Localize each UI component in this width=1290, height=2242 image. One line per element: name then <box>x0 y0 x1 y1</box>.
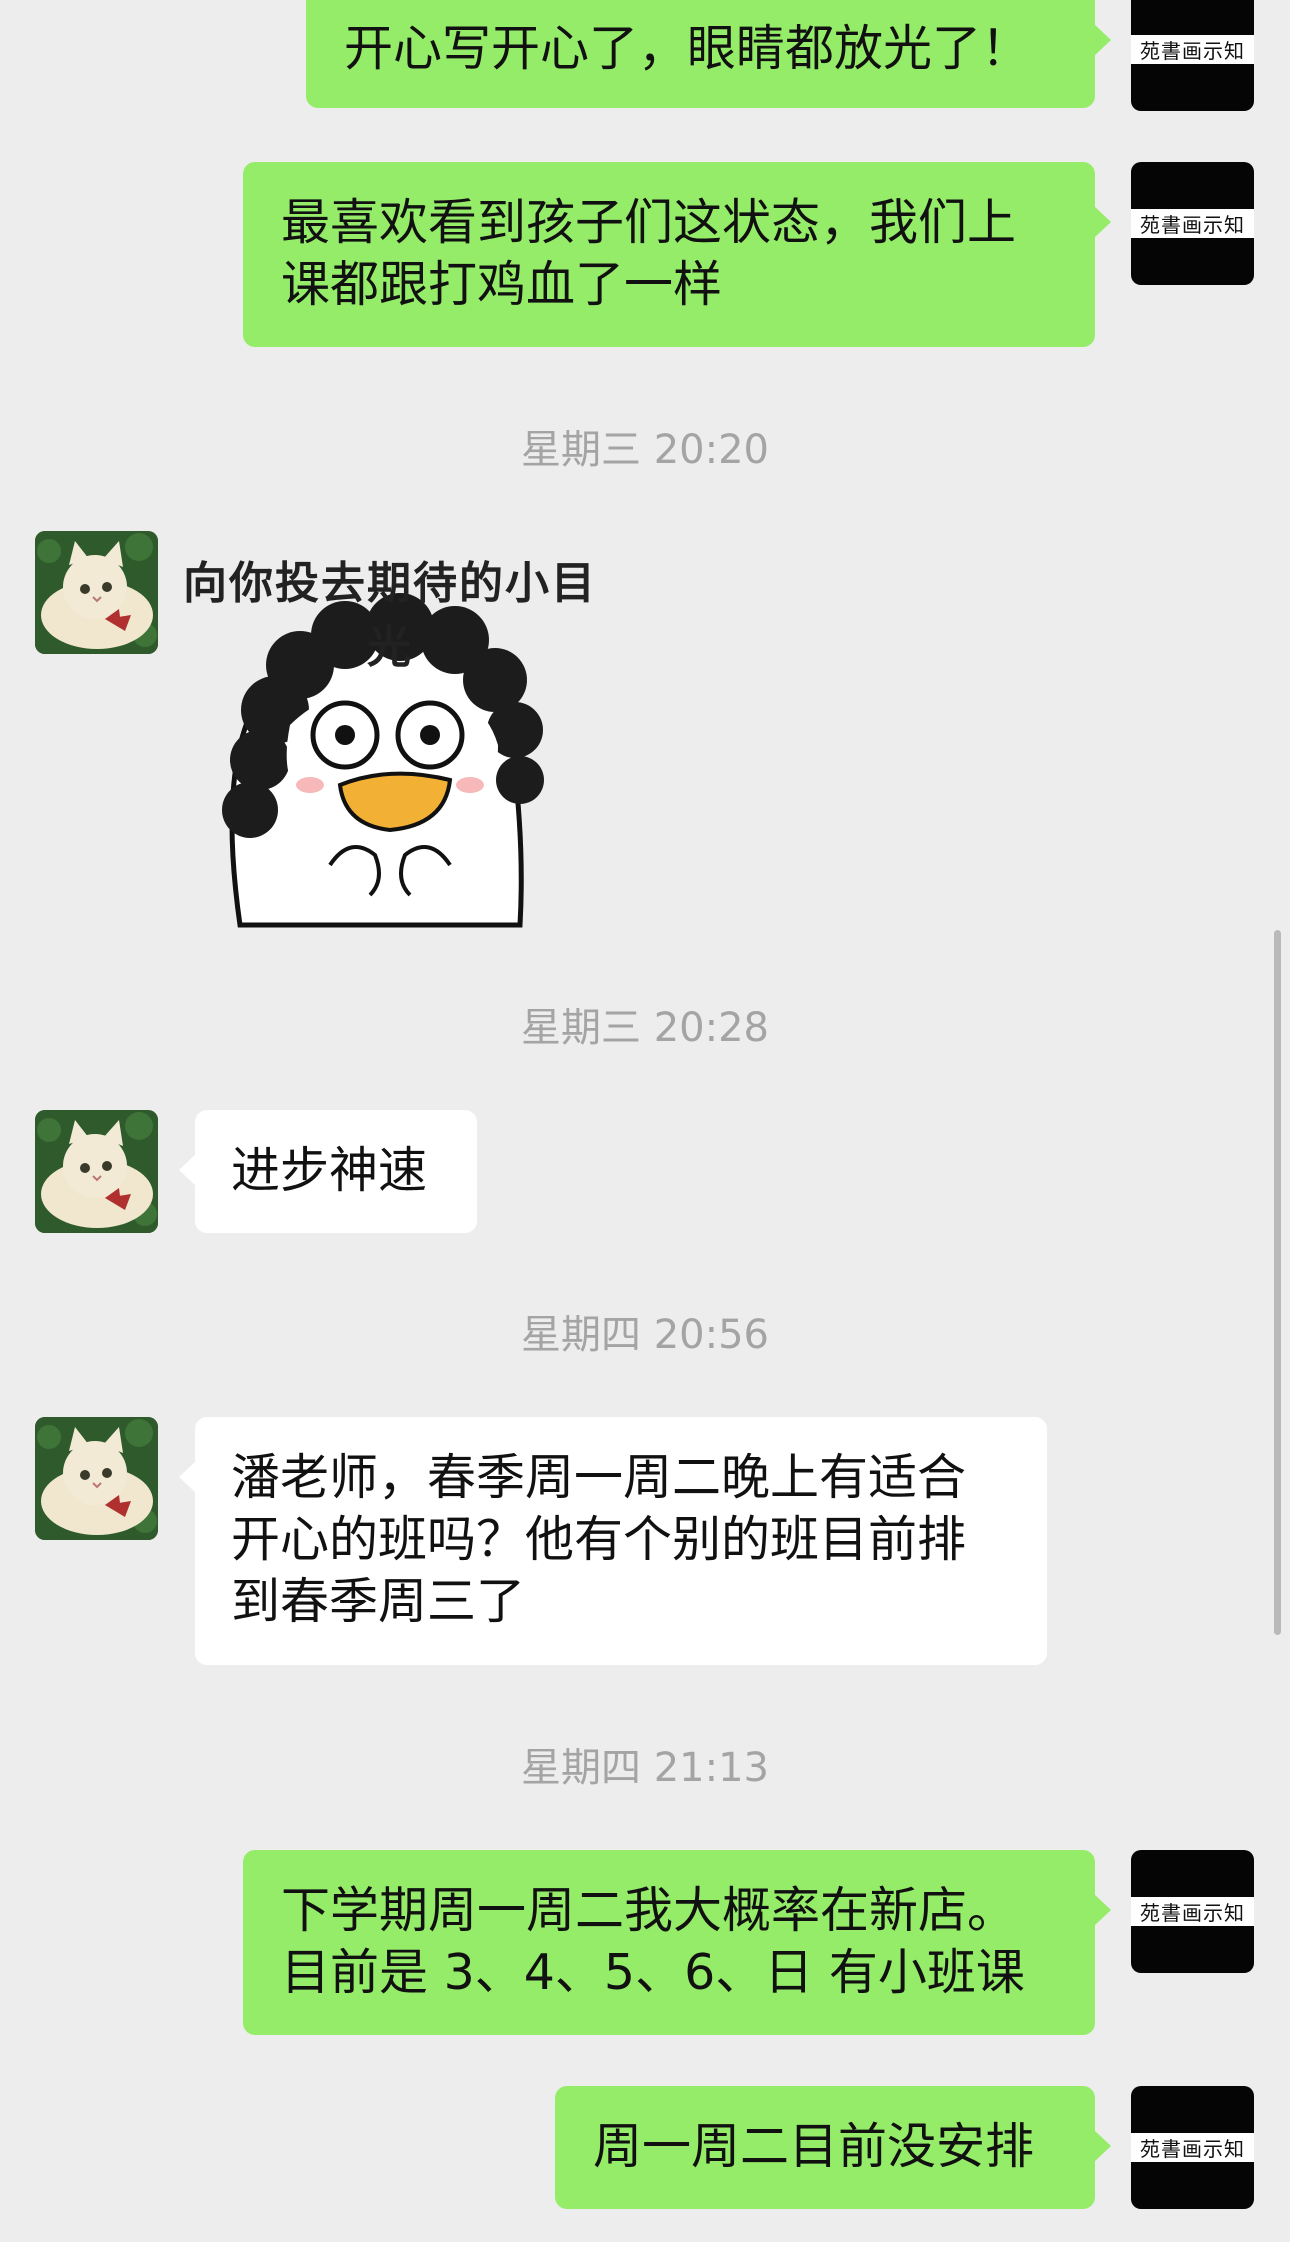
message-text: 周一周二目前没安排 <box>593 2118 1035 2175</box>
sent-message-bubble[interactable]: 下学期周一周二我大概率在新店。目前是 3、4、5、6、日 有小班课 <box>243 1850 1111 2035</box>
cat-avatar-icon <box>35 1110 158 1233</box>
timestamp: 星期三 20:28 <box>521 1005 769 1051</box>
message-text: 最喜欢看到孩子们这状态，我们上课都跟打鸡血了一样 <box>281 194 1017 313</box>
sent-message-bubble[interactable]: 最喜欢看到孩子们这状态，我们上课都跟打鸡血了一样 <box>243 162 1111 347</box>
timestamp: 星期三 20:20 <box>521 427 769 473</box>
cat-avatar-icon <box>35 1417 158 1540</box>
own-avatar[interactable]: 苑書画示知 <box>1131 1850 1254 1973</box>
own-avatar[interactable]: 苑書画示知 <box>1131 162 1254 285</box>
brand-logo-icon: 苑書画示知 <box>1131 208 1254 239</box>
contact-avatar[interactable] <box>35 1417 158 1540</box>
own-avatar[interactable]: 苑書画示知 <box>1131 0 1254 111</box>
message-text: 潘老师，春季周一周二晚上有适合开心的班吗？他有个别的班目前排到春季周三了 <box>231 1449 967 1630</box>
received-message-bubble[interactable]: 潘老师，春季周一周二晚上有适合开心的班吗？他有个别的班目前排到春季周三了 <box>179 1417 1047 1665</box>
timestamp: 星期四 21:13 <box>521 1745 769 1791</box>
message-text: 下学期周一周二我大概率在新店。目前是 3、4、5、6、日 有小班课 <box>281 1882 1025 2001</box>
sticker-image[interactable]: 向你投去期待的小目光 <box>180 535 600 935</box>
timestamp: 星期四 20:56 <box>521 1312 769 1358</box>
scrollbar-thumb[interactable] <box>1274 930 1281 1635</box>
chat-view[interactable]: 开心写开心了，眼睛都放光了！ 苑書画示知 最喜欢看到孩子们这状态，我们上课都跟打… <box>0 0 1290 2242</box>
contact-avatar[interactable] <box>35 1110 158 1233</box>
cat-avatar-icon <box>35 531 158 654</box>
message-text: 进步神速 <box>231 1142 428 1199</box>
sticker-caption: 向你投去期待的小目光 <box>183 558 597 673</box>
received-message-bubble[interactable]: 进步神速 <box>179 1110 477 1233</box>
sent-message-bubble[interactable]: 开心写开心了，眼睛都放光了！ <box>306 0 1111 108</box>
own-avatar[interactable]: 苑書画示知 <box>1131 2086 1254 2209</box>
contact-avatar[interactable] <box>35 531 158 654</box>
sent-message-bubble[interactable]: 周一周二目前没安排 <box>555 2086 1111 2209</box>
brand-logo-icon: 苑書画示知 <box>1131 1896 1254 1927</box>
brand-logo-icon: 苑書画示知 <box>1131 2132 1254 2163</box>
brand-logo-icon: 苑書画示知 <box>1131 34 1254 65</box>
message-text: 开心写开心了，眼睛都放光了！ <box>344 20 1031 77</box>
